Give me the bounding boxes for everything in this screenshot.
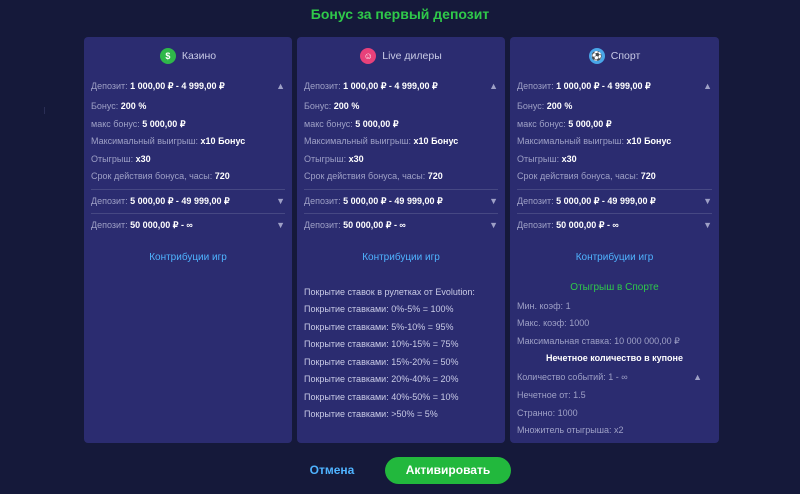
detail-bonus: Бонус: 200 % [304, 101, 360, 111]
detail-max-bonus: макс бонус: 5 000,00 ₽ [304, 118, 399, 129]
detail-validity: Срок действия бонуса, часы: 720 [91, 171, 230, 181]
coverage-row: Покрытие ставками: 0%-5% = 100% [304, 304, 454, 314]
chevron-up-icon: ▲ [693, 372, 702, 382]
live-title: Live дилеры [382, 50, 442, 62]
odd-strange-row: Странно: 1000 [517, 407, 578, 418]
coverage-title: Покрытие ставок в рулетках от Evolution: [304, 286, 475, 297]
deposit-tier-3[interactable]: Депозит: 50 000,00 ₽ - ∞ ▼ [304, 214, 498, 237]
coverage-row: Покрытие ставками: 15%-20% = 50% [304, 356, 459, 367]
sport-max-odds: Макс. коэф: 1000 [517, 318, 590, 328]
cancel-button[interactable]: Отмена [300, 458, 364, 482]
live-header: ☺ Live дилеры [297, 37, 505, 75]
deposit-tier-1[interactable]: Депозит: 1 000,00 ₽ - 4 999,00 ₽ ▲ [304, 75, 498, 98]
detail-max-bonus: макс бонус: 5 000,00 ₽ [517, 118, 612, 129]
detail-max-bonus: макс бонус: 5 000,00 ₽ [91, 118, 186, 129]
deposit-tier-1[interactable]: Депозит: 1 000,00 ₽ - 4 999,00 ₽ ▲ [517, 75, 712, 98]
detail-max-win: Максимальный выигрыш: x10 Бонус [91, 136, 246, 146]
odd-events-row[interactable]: Количество событий: 1 - ∞ ▲ [517, 367, 712, 387]
chevron-down-icon: ▼ [276, 219, 285, 230]
sport-wager-title: Отыгрыш в Спорте [570, 281, 659, 293]
game-contributions-link[interactable]: Контрибуции игр [510, 252, 719, 268]
coverage-row: Покрытие ставками: 10%-15% = 75% [304, 339, 459, 349]
detail-bonus: Бонус: 200 % [517, 101, 573, 111]
live-dealer-icon: ☺ [360, 48, 377, 64]
chevron-up-icon: ▲ [276, 81, 285, 91]
coverage-row: Покрытие ставками: >50% = 5% [304, 409, 438, 419]
chevron-down-icon: ▼ [703, 219, 712, 230]
coverage-row: Покрытие ставками: 20%-40% = 20% [304, 374, 459, 384]
detail-max-win: Максимальный выигрыш: x10 Бонус [304, 136, 459, 146]
sport-panel: ⚽ Спорт Депозит: 1 000,00 ₽ - 4 999,00 ₽… [510, 37, 719, 443]
decor-tick [44, 107, 45, 114]
detail-wager: Отыгрыш: x30 [517, 153, 577, 164]
detail-validity: Срок действия бонуса, часы: 720 [517, 171, 656, 181]
deposit-tier-2[interactable]: Депозит: 5 000,00 ₽ - 49 999,00 ₽ ▼ [304, 190, 498, 213]
casino-chip-icon: $ [159, 48, 176, 64]
chevron-down-icon: ▼ [489, 219, 498, 230]
chevron-up-icon: ▲ [489, 81, 498, 91]
activate-button[interactable]: Активировать [385, 457, 511, 484]
casino-title: Казино [181, 50, 217, 62]
coverage-row: Покрытие ставками: 40%-50% = 10% [304, 391, 459, 402]
soccer-ball-icon: ⚽ [588, 48, 605, 64]
chevron-down-icon: ▼ [703, 195, 712, 206]
deposit-tier-1[interactable]: Депозит: 1 000,00 ₽ - 4 999,00 ₽ ▲ [91, 75, 285, 98]
game-contributions-link[interactable]: Контрибуции игр [84, 252, 292, 268]
casino-panel: $ Казино Депозит: 1 000,00 ₽ - 4 999,00 … [84, 37, 292, 443]
deposit-tier-3[interactable]: Депозит: 50 000,00 ₽ - ∞ ▼ [91, 214, 285, 237]
live-dealers-panel: ☺ Live дилеры Депозит: 1 000,00 ₽ - 4 99… [297, 37, 505, 443]
sport-header: ⚽ Спорт [510, 37, 719, 75]
odd-coupon-title: Нечетное количество в купоне [545, 353, 683, 363]
casino-header: $ Казино [84, 37, 292, 75]
sport-title: Спорт [610, 50, 641, 62]
coverage-row: Покрытие ставками: 5%-10% = 95% [304, 321, 454, 332]
chevron-down-icon: ▼ [489, 195, 498, 206]
page-title: Бонус за первый депозит [310, 6, 490, 22]
deposit-tier-3[interactable]: Депозит: 50 000,00 ₽ - ∞ ▼ [517, 214, 712, 237]
chevron-down-icon: ▼ [276, 195, 285, 206]
detail-wager: Отыгрыш: x30 [304, 153, 364, 164]
odd-from-row: Нечетное от: 1.5 [517, 390, 586, 400]
deposit-tier-2[interactable]: Депозит: 5 000,00 ₽ - 49 999,00 ₽ ▼ [91, 190, 285, 213]
chevron-up-icon: ▲ [703, 81, 712, 91]
detail-wager: Отыгрыш: x30 [91, 153, 151, 164]
game-contributions-link[interactable]: Контрибуции игр [297, 252, 505, 268]
odd-multiplier-row: Множитель отыгрыша: x2 [517, 425, 624, 435]
deposit-tier-2[interactable]: Депозит: 5 000,00 ₽ - 49 999,00 ₽ ▼ [517, 190, 712, 213]
detail-validity: Срок действия бонуса, часы: 720 [304, 171, 443, 181]
detail-max-win: Максимальный выигрыш: x10 Бонус [517, 136, 672, 146]
sport-max-bet: Максимальная ставка: 10 000 000,00 ₽ [517, 335, 680, 346]
sport-min-odds: Мин. коэф: 1 [517, 300, 571, 311]
detail-bonus: Бонус: 200 % [91, 101, 147, 111]
